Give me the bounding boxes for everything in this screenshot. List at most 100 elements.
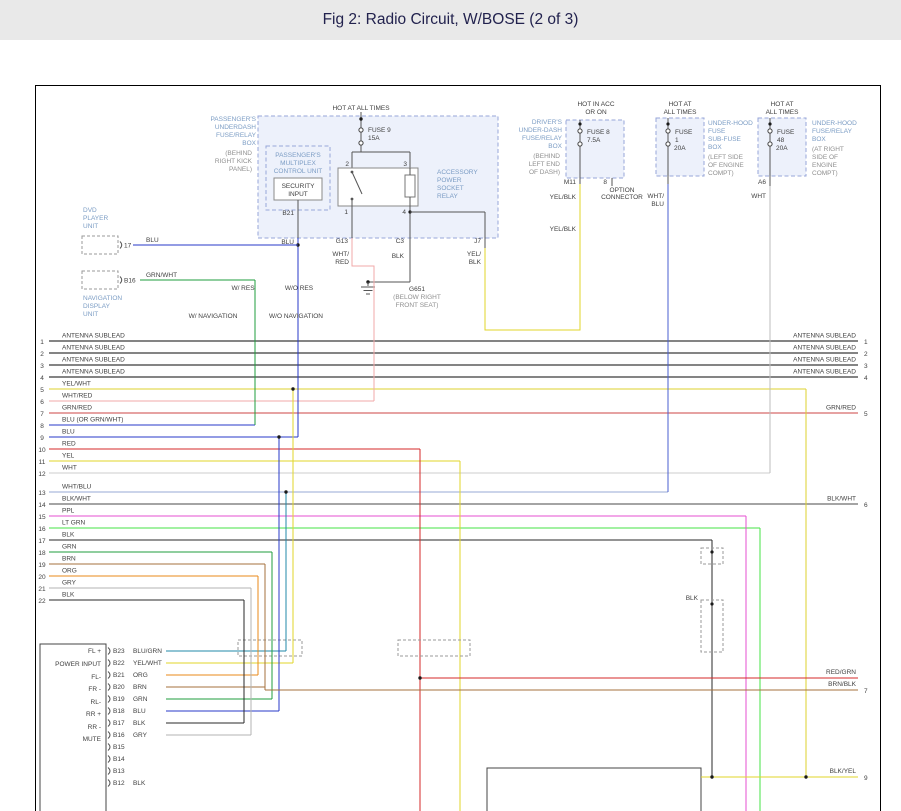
underhood-box-note: (AT RIGHT [812,146,844,153]
driver-box-label: BOX [548,143,562,150]
wire-row-number: 16 [38,526,46,533]
pin-bracket-icon [108,660,110,667]
wire-row-number: 15 [38,514,46,521]
wire-row-number: 5 [40,387,44,394]
passenger-box-note: PANEL) [229,166,252,173]
power-input-side-label: RR + [86,711,101,718]
underhood-box-note: ENGINE [812,162,838,169]
subfuse-box-note: COMPT) [708,170,734,177]
pin-wire-label: BRN [133,684,147,691]
ground-icon [361,282,375,294]
subfuse-box-note: OF ENGINE [708,162,744,169]
dvd-unit-label: PLAYER [83,215,108,222]
wire-yelblk-label: YEL/BLK [550,194,577,201]
fuse9-label: FUSE 9 [368,127,391,134]
underhood-box-note: COMPT) [812,170,838,177]
wire-row-label: BLK/WHT [62,496,91,503]
right-tag-number: 9 [864,775,868,782]
wire-row-label: ANTENNA SUBLEAD [62,369,125,376]
wire-blu-label: BLU [146,237,159,244]
multiplex-label: PASSENGER'S [275,152,321,159]
wire-row-label: GRY [62,580,77,587]
wire-row-label: YEL/WHT [62,381,91,388]
wire-whtred-label: RED [335,259,349,266]
relay-name-label: POWER [437,177,462,184]
pin-17-label: 17 [124,243,132,250]
wire-row-number: 3 [40,363,44,370]
connector-a6-label: A6 [758,179,766,186]
driver-underdash-group: HOT IN ACC OR ON FUSE 8 7.5A M11 8 OPTIO… [485,101,643,330]
pin-bracket-icon [108,732,110,739]
wire-row-label: WHT/BLU [62,484,92,491]
pin-bracket-icon [108,768,110,775]
harness-connector-outline [238,640,302,656]
wire-row-label: ANTENNA SUBLEAD [62,345,125,352]
driver-box-note: LEFT END [529,161,561,168]
option-connector-label: CONNECTOR [601,194,643,201]
wire-row-right-label: ANTENNA SUBLEAD [793,345,856,352]
pin-bracket-icon [108,780,110,787]
pin-wire-label: BLU [133,708,146,715]
pin-id-label: B21 [113,672,125,679]
fuse8-label: FUSE 8 [587,129,610,136]
dvd-unit-outline [82,236,118,254]
pin-b16-label: B16 [124,278,136,285]
wire-row-number: 2 [40,351,44,358]
junction-dot [359,117,362,120]
relay-name-label: RELAY [437,193,458,200]
driver-box-note: OF DASH) [529,169,560,176]
routed-wires [420,184,806,811]
wire-row-label: GRN/RED [62,405,92,412]
pin-bracket-icon [108,672,110,679]
wire-row-number: 13 [38,490,46,497]
pin-bracket-icon [108,696,110,703]
pin-id-label: B18 [113,708,125,715]
relay-outline [338,168,418,206]
fuse8-amp-label: 7.5A [587,137,601,144]
subfuse-box-label: FUSE [708,128,726,135]
pin-bracket-icon [120,242,122,249]
wire-row-label: GRN [62,544,77,551]
pin-wire-label: BLK [133,720,146,727]
pin-bracket-icon [108,720,110,727]
power-input-side-label: FR - [88,686,101,693]
connector-j7-label: J7 [474,238,481,245]
wire-row-label: ANTENNA SUBLEAD [62,333,125,340]
wire-row-right-number: 6 [864,502,868,509]
wire-row-label: ORG [62,568,77,575]
ground-g651-label: G651 [409,286,425,293]
underhood-subfuse-group: HOT AT ALL TIMES FUSE 1 20A WHT/ BLU UND… [647,101,753,208]
pin-wire-label: YEL/WHT [133,660,162,667]
wire-row-number: 9 [40,435,44,442]
passenger-box-note: (BEHIND [225,150,252,157]
wire-row-number: 8 [40,423,44,430]
wire-row-label: BLK [62,532,75,539]
wire-grnwht-label: GRN/WHT [146,272,177,279]
pin-wire-label: ORG [133,672,148,679]
connector-g13-label: G13 [336,238,349,245]
relay-pin-4: 4 [402,209,406,216]
wire-row-label: YEL [62,453,75,460]
subfuse-box-note: (LEFT SIDE [708,154,744,161]
amplifier-outline [487,768,701,811]
wire-row-number: 10 [38,447,46,454]
nav-unit-label: NAVIGATION [83,295,122,302]
power-input-side-label: FL + [88,648,101,655]
right-tag-label: BRN/BLK [828,681,856,688]
subfuse-box-label: SUB-FUSE [708,136,742,143]
passenger-box-note: RIGHT KICK [215,158,253,165]
passenger-box-label: FUSE/RELAY [216,132,257,139]
wire-row-right-label: ANTENNA SUBLEAD [793,357,856,364]
wire-row-number: 7 [40,411,44,418]
wire-row-right-number: 5 [864,411,868,418]
pin-id-label: B23 [113,648,125,655]
passenger-underdash-group: HOT AT ALL TIMES FUSE 9 15A 2 3 1 4 [210,105,498,437]
wire-row-label: PPL [62,508,75,515]
wire-row-number: 1 [40,339,44,346]
wire-row-number: 18 [38,550,46,557]
wiring-diagram: ANTENNA SUBLEAD1ANTENNA SUBLEAD1ANTENNA … [0,0,901,811]
pin-id-label: B15 [113,744,125,751]
junction-dot [578,122,581,125]
wire-row-right-label: BLK/WHT [827,496,856,503]
wire-row-label: BLU [62,429,75,436]
